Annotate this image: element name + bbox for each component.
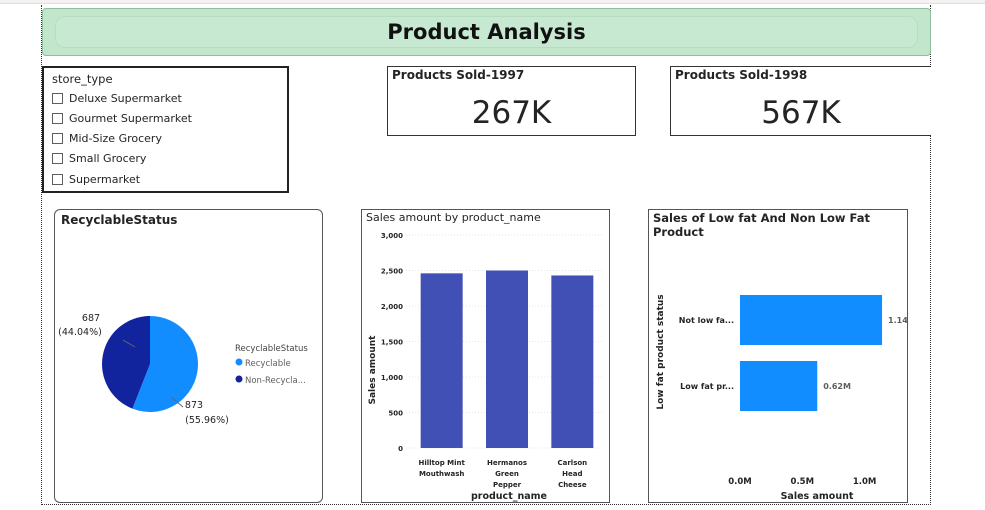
- legend-marker-non-recyclable: [235, 375, 243, 383]
- recyclable-status-panel: RecyclableStatus 687 (44.04%) 873 (55.96…: [54, 209, 323, 503]
- slicer-option[interactable]: Supermarket: [52, 172, 140, 186]
- legend-item-label: Recyclable: [245, 359, 291, 369]
- pie-chart: 687 (44.04%) 873 (55.96%) RecyclableStat…: [58, 313, 308, 426]
- kpi-card-value: 267K: [471, 95, 552, 131]
- kpi-card-1997: Products Sold-1997 267K: [387, 66, 636, 136]
- pie-data-label: (44.04%): [58, 327, 102, 338]
- low-fat-sales-panel: Sales of Low fat And Non Low Fat Product…: [648, 209, 908, 503]
- legend-item-label: Non-Recycla...: [245, 376, 306, 386]
- hbar[interactable]: [740, 295, 883, 345]
- x-tick-label: 0.0M: [728, 477, 752, 487]
- kpi-card-label: Products Sold-1997: [392, 68, 525, 82]
- y-tick-label: 500: [388, 410, 403, 418]
- checkbox-icon[interactable]: [52, 173, 63, 185]
- y-tick-label: 3,000: [381, 232, 403, 240]
- slicer-option[interactable]: Deluxe Supermarket: [52, 91, 182, 105]
- report-title-banner: Product Analysis: [42, 8, 931, 56]
- x-tick-label: Mouthwash: [419, 470, 464, 478]
- slicer-option-label: Small Grocery: [69, 151, 147, 165]
- hbar[interactable]: [740, 361, 818, 411]
- x-tick-label: Hermanos: [487, 459, 527, 467]
- y-axis-title: Low fat product status: [656, 294, 666, 409]
- y-tick-label: Not low fa...: [679, 316, 734, 325]
- x-tick-label: Green: [495, 470, 519, 478]
- checkbox-icon[interactable]: [52, 112, 63, 124]
- slicer-header: store_type: [52, 72, 113, 86]
- checkbox-icon[interactable]: [52, 152, 63, 164]
- x-tick-label: Carlson: [557, 459, 587, 467]
- x-axis-title: Sales amount: [781, 491, 854, 502]
- bar[interactable]: [486, 270, 528, 449]
- x-tick-label: Pepper: [493, 481, 522, 489]
- slicer-option-label: Supermarket: [69, 172, 141, 186]
- pie-data-label: 873: [185, 400, 203, 411]
- legend-marker-recyclable: [235, 358, 243, 366]
- checkbox-icon[interactable]: [52, 132, 63, 144]
- y-tick-label: 1,500: [381, 339, 403, 347]
- store-type-slicer: store_type Deluxe Supermarket Gourmet Su…: [42, 66, 289, 193]
- x-axis-title: product_name: [471, 491, 547, 502]
- x-tick-label: Head: [562, 470, 582, 478]
- kpi-card-label: Products Sold-1998: [675, 68, 808, 82]
- y-axis-title: Sales amount: [368, 335, 378, 405]
- x-tick-label: Cheese: [558, 481, 587, 489]
- bar-chart: 0 500 1,000 1,500 2,000 2,500 3,000 Hilltop Mi…: [368, 232, 602, 502]
- x-tick-label: Hilltop Mint: [418, 459, 465, 467]
- sales-by-product-panel: Sales amount by product_name 0 500 1,000 1,…: [361, 209, 610, 503]
- y-tick-label: 2,000: [381, 303, 403, 311]
- slicer-option[interactable]: Mid-Size Grocery: [52, 131, 162, 145]
- slicer-option[interactable]: Small Grocery: [52, 151, 146, 165]
- pie-data-label: 687: [82, 313, 100, 324]
- slicer-option-label: Gourmet Supermarket: [69, 111, 192, 125]
- hbar-data-label: 1.14M: [888, 316, 907, 325]
- x-tick-label: 0.5M: [791, 477, 815, 487]
- hbar-chart: Not low fa... 1.14M Low fat pr... 0.62M 0.0…: [656, 294, 907, 502]
- kpi-card-value: 567K: [761, 95, 841, 131]
- y-tick-label: 2,500: [381, 268, 403, 276]
- top-ribbon-strip: [0, 0, 985, 4]
- pie-data-label: (55.96%): [185, 415, 229, 426]
- y-tick-label: Low fat pr...: [680, 382, 734, 391]
- checkbox-icon[interactable]: [52, 92, 63, 104]
- report-title: Product Analysis: [387, 20, 586, 44]
- legend-title: RecyclableStatus: [235, 344, 308, 354]
- y-tick-label: 0: [398, 445, 403, 453]
- y-tick-label: 1,000: [381, 374, 403, 382]
- slicer-option[interactable]: Gourmet Supermarket: [52, 111, 192, 125]
- x-tick-label: 1.0M: [853, 477, 877, 487]
- slicer-option-label: Deluxe Supermarket: [69, 91, 182, 105]
- slicer-option-label: Mid-Size Grocery: [69, 131, 162, 145]
- kpi-card-1998: Products Sold-1998 567K: [670, 66, 931, 136]
- bar[interactable]: [420, 273, 463, 448]
- bar[interactable]: [551, 275, 594, 448]
- hbar-data-label: 0.62M: [823, 382, 851, 391]
